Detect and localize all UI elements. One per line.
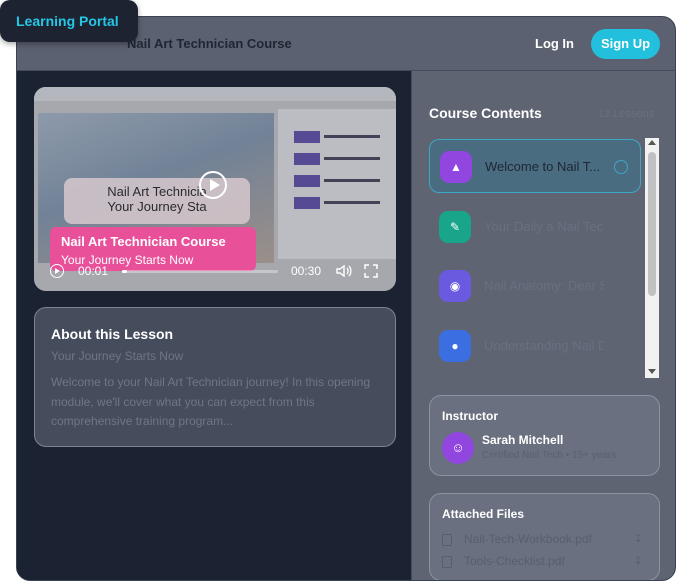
file-name: Nail-Tech-Workbook.pdf — [464, 532, 592, 546]
rocket-icon: ▲ — [440, 151, 472, 183]
current-time: 00:01 — [78, 264, 109, 278]
about-subtitle: Your Journey Starts Now — [51, 349, 184, 363]
app-window: Nail Art Technician Course Log In Sign U… — [16, 16, 676, 581]
files-heading: Attached Files — [442, 507, 525, 521]
instructor-heading: Instructor — [442, 409, 499, 423]
lesson-count: 12 Lessons — [598, 108, 655, 120]
person-icon: ● — [439, 330, 471, 362]
progress-fill — [122, 270, 127, 273]
signup-button[interactable]: Sign Up — [591, 29, 660, 59]
lesson-title: Nail Anatomy: Dear So... — [484, 278, 604, 293]
course-title: Nail Art Technician Course — [127, 36, 292, 51]
progress-bar[interactable] — [122, 270, 278, 273]
title-card-line2: Your Journey Sta — [107, 199, 207, 214]
file-icon — [442, 534, 452, 546]
user-icon: ☺ — [442, 432, 474, 464]
download-icon[interactable]: ↧ — [634, 556, 645, 567]
scroll-down-icon[interactable] — [648, 369, 656, 374]
lesson-title: Your Daily a Nail Techi... — [484, 219, 604, 234]
scroll-up-icon[interactable] — [648, 140, 656, 145]
play-icon[interactable] — [50, 264, 64, 278]
about-lesson-card: About this Lesson Your Journey Starts No… — [34, 307, 396, 447]
total-time: 00:30 — [291, 264, 322, 278]
lesson-item-2[interactable]: ✎ Your Daily a Nail Techi... — [429, 200, 641, 254]
scroll-thumb[interactable] — [648, 152, 656, 296]
lesson-item-3[interactable]: ◉ Nail Anatomy: Dear So... — [429, 259, 641, 313]
instructor-card: Instructor ☺ Sarah Mitchell Certified Na… — [429, 395, 660, 476]
lesson-item-4[interactable]: ● Understanding Nail Dis... — [429, 319, 641, 373]
video-player[interactable]: Nail Art Technicia Your Journey Sta Nail… — [34, 87, 396, 291]
file-item[interactable]: Nail-Tech-Workbook.pdf ↧ — [442, 532, 647, 548]
lesson-list: ▲ Welcome to Nail T... ✎ Your Daily a Na… — [429, 139, 641, 379]
big-play-icon[interactable] — [199, 171, 227, 199]
login-button[interactable]: Log In — [535, 36, 574, 51]
download-icon[interactable]: ↧ — [634, 534, 645, 545]
brush-icon: ✎ — [439, 211, 471, 243]
instructor-role: Certified Nail Tech • 15+ years — [482, 450, 617, 461]
about-heading: About this Lesson — [51, 326, 174, 342]
file-icon — [442, 556, 452, 568]
lesson-scrollbar[interactable] — [645, 138, 659, 378]
attached-files-card: Attached Files Nail-Tech-Workbook.pdf ↧ … — [429, 493, 660, 580]
check-circle-icon — [614, 160, 628, 174]
instructor-name: Sarah Mitchell — [482, 433, 564, 447]
right-sidebar: Course Contents 12 Lessons ▲ Welcome to … — [411, 71, 675, 580]
lesson-item-1[interactable]: ▲ Welcome to Nail T... — [429, 139, 641, 193]
about-description: Welcome to your Nail Art Technician jour… — [51, 375, 371, 428]
file-name: Tools-Checklist.pdf — [464, 554, 565, 568]
brand-logo[interactable]: Learning Portal — [0, 0, 138, 42]
fullscreen-icon[interactable] — [364, 264, 378, 278]
lesson-title: Welcome to Nail T... — [485, 159, 601, 174]
main-content: Nail Art Technicia Your Journey Sta Nail… — [17, 71, 411, 580]
volume-icon[interactable] — [336, 264, 352, 278]
course-contents-heading: Course Contents — [429, 105, 542, 121]
file-item[interactable]: Tools-Checklist.pdf ↧ — [442, 554, 647, 570]
palette-icon: ◉ — [439, 270, 471, 302]
banner-title: Nail Art Technician Course — [61, 234, 226, 249]
lesson-title: Understanding Nail Dis... — [484, 338, 604, 353]
